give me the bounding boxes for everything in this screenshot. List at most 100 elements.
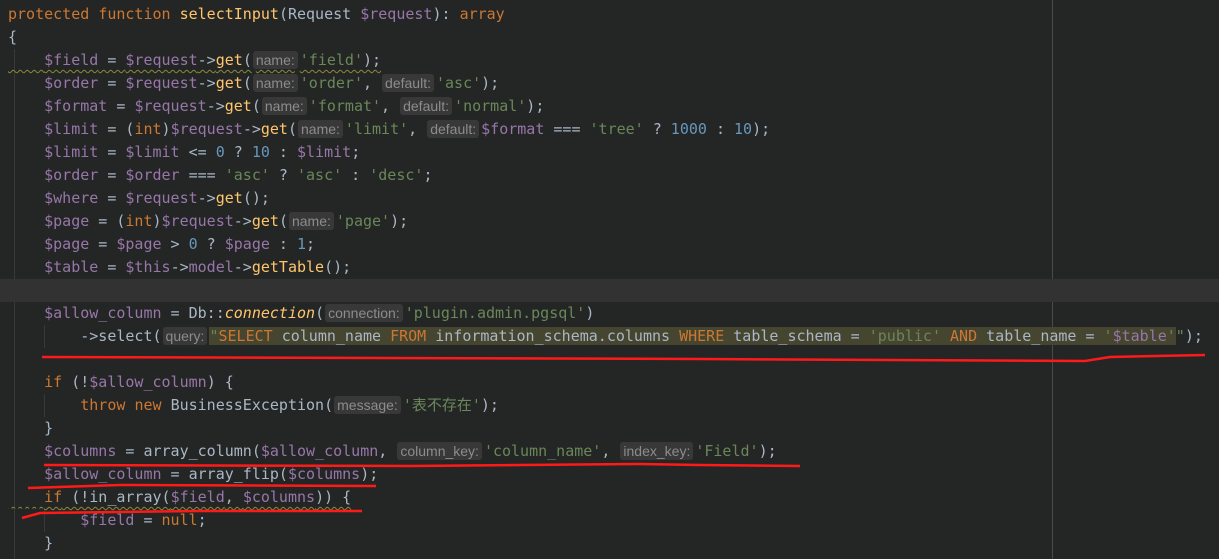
- code-token: (!: [62, 373, 90, 391]
- parameter-hint: name:: [261, 97, 307, 115]
- code-token: =: [98, 143, 126, 161]
- code-token: ): [161, 120, 171, 138]
- code-line[interactable]: $order = $request->get(name:'order', def…: [0, 72, 1219, 95]
- code-token: ?: [269, 166, 297, 184]
- code-token: $limit: [297, 143, 352, 161]
- code-token: $request: [125, 189, 198, 207]
- code-text: $format = $request->get(name:'format', d…: [8, 97, 544, 115]
- code-line[interactable]: $allow_column = Db::connection(connectio…: [0, 302, 1219, 325]
- code-token: 'column_name': [483, 442, 602, 460]
- code-token: selectInput: [179, 5, 279, 23]
- code-token: (: [242, 51, 252, 69]
- code-token: get: [251, 212, 279, 230]
- code-token: ===: [544, 120, 590, 138]
- code-line[interactable]: $order = $order === 'asc' ? 'asc' : 'des…: [0, 164, 1219, 187]
- code-line[interactable]: if (!in_array($field, $columns)) {: [0, 486, 1219, 509]
- code-token: =: [107, 97, 135, 115]
- code-token: }: [8, 534, 54, 552]
- parameter-hint: default:: [400, 97, 453, 115]
- code-token: getTable: [251, 258, 325, 276]
- code-line[interactable]: $format = $request->get(name:'format', d…: [0, 95, 1219, 118]
- code-token: );: [390, 212, 409, 230]
- code-token: $allow_column: [89, 373, 207, 391]
- code-token: 'asc': [224, 166, 270, 184]
- code-token: 'Field': [695, 442, 759, 460]
- code-token: );: [526, 97, 545, 115]
- code-token: = (: [89, 212, 126, 230]
- code-token: protected: [8, 5, 99, 23]
- code-token: (: [315, 304, 325, 322]
- code-line[interactable]: }: [0, 532, 1219, 555]
- code-token: ;: [423, 166, 433, 184]
- code-text: $page = (int)$request->get(name:'page');: [8, 212, 408, 230]
- code-line[interactable]: if (!$allow_column) {: [0, 371, 1219, 394]
- code-text: if (!$allow_column) {: [8, 373, 234, 391]
- code-line[interactable]: $page = (int)$request->get(name:'page');: [0, 210, 1219, 233]
- code-line[interactable]: ->select(query: "SELECT column_name FROM …: [0, 325, 1219, 348]
- parameter-hint: name:: [298, 120, 343, 138]
- code-token: );: [1184, 327, 1203, 345]
- code-token: 'order': [299, 74, 363, 92]
- parameter-hint: connection:: [325, 304, 403, 322]
- code-token: '表不存在': [402, 396, 481, 414]
- code-token: $request: [125, 51, 198, 69]
- code-token: 'public': [868, 327, 951, 345]
- code-token: 'format': [308, 97, 382, 115]
- code-line[interactable]: {: [0, 26, 1219, 49]
- code-token: function: [98, 5, 180, 23]
- code-line[interactable]: }: [0, 417, 1219, 440]
- code-token: if: [44, 488, 63, 506]
- parameter-hint: name:: [252, 74, 298, 92]
- code-line[interactable]: $field = $request->get(name:'field');: [0, 49, 1219, 72]
- code-token: ->: [206, 97, 225, 115]
- code-token: int: [134, 120, 162, 138]
- code-token: $where: [44, 189, 99, 207]
- code-token: ===: [179, 166, 225, 184]
- code-token: );: [752, 120, 771, 138]
- code-line[interactable]: $columns = array_column($allow_column, c…: [0, 440, 1219, 463]
- code-token: $field: [44, 51, 99, 69]
- code-token: );: [758, 442, 777, 460]
- code-text: $order = $order === 'asc' ? 'asc' : 'des…: [8, 166, 432, 184]
- code-token: ,: [381, 97, 400, 115]
- code-token: 'page': [335, 212, 391, 230]
- code-token: WHERE: [679, 327, 734, 345]
- code-token: 1000: [670, 120, 707, 138]
- code-line[interactable]: $page = $page > 0 ? $page : 1;: [0, 233, 1219, 256]
- code-token: ) {: [206, 373, 234, 391]
- code-token: >: [161, 235, 189, 253]
- code-token: $request: [170, 120, 243, 138]
- code-line[interactable]: $limit = (int)$request->get(name:'limit'…: [0, 118, 1219, 141]
- code-token: ->: [242, 120, 261, 138]
- code-line[interactable]: $table = $this->model->getTable();: [0, 256, 1219, 279]
- code-token: :: [269, 143, 297, 161]
- code-token: :: [342, 166, 370, 184]
- code-line[interactable]: $limit = $limit <= 0 ? 10 : $limit;: [0, 141, 1219, 164]
- code-token: $request: [134, 97, 207, 115]
- code-token: 'normal': [454, 97, 527, 115]
- code-token: information_schema.columns: [435, 327, 680, 345]
- code-token: ': [1166, 327, 1176, 345]
- code-line[interactable]: [0, 348, 1219, 371]
- code-line[interactable]: $where = $request->get();: [0, 187, 1219, 210]
- code-token: $table: [1112, 327, 1167, 345]
- code-token: column_name: [281, 327, 391, 345]
- code-editor[interactable]: protected function selectInput(Request $…: [0, 3, 1219, 555]
- code-text: protected function selectInput(Request $…: [8, 5, 505, 23]
- code-line[interactable]: [0, 279, 1219, 302]
- code-line[interactable]: protected function selectInput(Request $…: [0, 3, 1219, 26]
- code-line[interactable]: $allow_column = array_flip($columns);: [0, 463, 1219, 486]
- code-line[interactable]: $field = null;: [0, 509, 1219, 532]
- code-token: SELECT: [218, 327, 282, 345]
- code-line[interactable]: throw new BusinessException(message: '表不存…: [0, 394, 1219, 417]
- code-token: {: [8, 28, 18, 46]
- code-token: $allow_column: [260, 442, 379, 460]
- code-token: 'tree': [589, 120, 644, 138]
- parameter-hint: default:: [427, 120, 480, 138]
- code-token: $page: [116, 235, 162, 253]
